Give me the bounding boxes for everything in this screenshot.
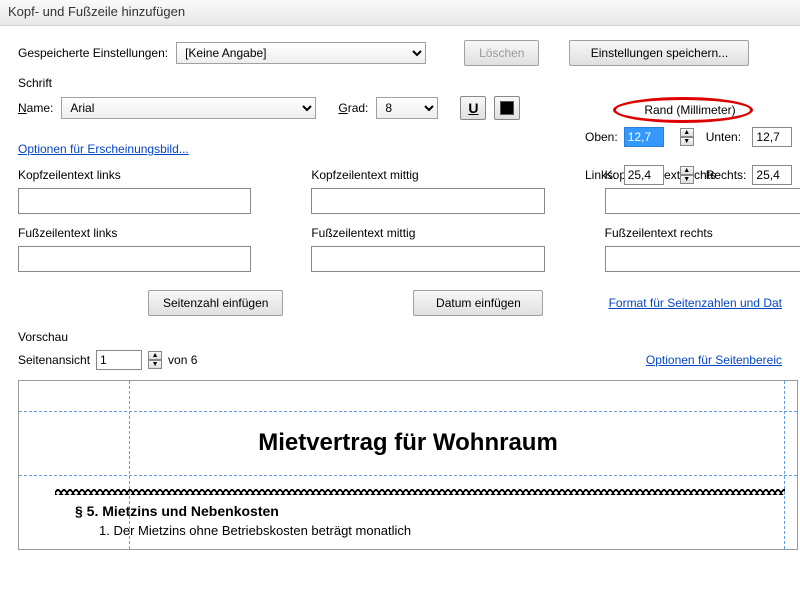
font-size-label: Grad: <box>338 101 368 115</box>
margin-right-input[interactable] <box>752 165 792 185</box>
margin-top-label: Oben: <box>585 130 618 144</box>
insert-date-button[interactable]: Datum einfügen <box>413 290 543 316</box>
page-view-input[interactable] <box>96 350 142 370</box>
margin-right-label: Rechts: <box>706 168 747 182</box>
chevron-down-icon: ▼ <box>148 360 162 369</box>
margin-group-label: Rand (Millimeter) <box>644 103 735 117</box>
chevron-up-icon: ▲ <box>148 351 162 360</box>
saved-settings-select[interactable]: [Keine Angabe] <box>176 42 426 64</box>
appearance-options-link[interactable]: Optionen für Erscheinungsbild... <box>18 142 189 156</box>
header-center-label: Kopfzeilentext mittig <box>311 168 544 182</box>
color-swatch-icon <box>500 101 514 115</box>
header-center-input[interactable] <box>311 188 544 214</box>
page-range-options-link[interactable]: Optionen für Seitenbereic <box>646 353 782 367</box>
underline-button[interactable]: U <box>460 96 486 120</box>
insert-page-number-button[interactable]: Seitenzahl einfügen <box>148 290 283 316</box>
chevron-up-icon: ▲ <box>680 128 694 137</box>
chevron-down-icon: ▼ <box>680 137 694 146</box>
font-name-label: ame: <box>27 101 54 115</box>
margin-top-input[interactable] <box>624 127 664 147</box>
margin-bottom-label: Unten: <box>706 130 747 144</box>
document-section: § 5. Mietzins und Nebenkosten <box>75 503 279 519</box>
margin-group: Rand (Millimeter) Oben: ▲▼ Unten: Links:… <box>580 98 800 190</box>
footer-left-input[interactable] <box>18 246 251 272</box>
document-separator <box>55 489 785 495</box>
window-title: Kopf- und Fußzeile hinzufügen <box>8 4 185 19</box>
save-settings-button[interactable]: Einstellungen speichern... <box>569 40 749 66</box>
header-left-input[interactable] <box>18 188 251 214</box>
underline-icon: U <box>468 100 478 116</box>
page-number-format-link[interactable]: Format für Seitenzahlen und Dat <box>609 296 782 310</box>
chevron-up-icon: ▲ <box>680 166 694 175</box>
page-total-label: von 6 <box>168 353 197 367</box>
header-left-label: Kopfzeilentext links <box>18 168 251 182</box>
document-item: 1. Der Mietzins ohne Betriebskosten betr… <box>99 523 411 538</box>
document-title: Mietvertrag für Wohnraum <box>258 429 558 457</box>
margin-top-spinner[interactable]: ▲▼ <box>680 128 696 146</box>
footer-left-label: Fußzeilentext links <box>18 226 251 240</box>
chevron-down-icon: ▼ <box>680 175 694 184</box>
margin-bottom-input[interactable] <box>752 127 792 147</box>
footer-center-label: Fußzeilentext mittig <box>311 226 544 240</box>
preview-group-label: Vorschau <box>18 330 782 344</box>
saved-settings-label: Gespeicherte Einstellungen: <box>18 46 168 60</box>
margin-left-label: Links: <box>585 168 618 182</box>
font-group-label: Schrift <box>18 76 782 90</box>
page-view-label: Seitenansicht <box>18 353 90 367</box>
margin-left-input[interactable] <box>624 165 664 185</box>
delete-button[interactable]: Löschen <box>464 40 539 66</box>
font-name-select[interactable]: Arial <box>61 97 316 119</box>
window-titlebar: Kopf- und Fußzeile hinzufügen <box>0 0 800 26</box>
font-size-select[interactable]: 8 <box>376 97 438 119</box>
preview-pane: Mietvertrag für Wohnraum § 5. Mietzins u… <box>18 380 798 550</box>
header-right-input[interactable] <box>605 188 800 214</box>
page-view-spinner[interactable]: ▲▼ <box>148 351 162 369</box>
footer-center-input[interactable] <box>311 246 544 272</box>
font-color-button[interactable] <box>494 96 520 120</box>
footer-right-input[interactable] <box>605 246 800 272</box>
footer-right-label: Fußzeilentext rechts <box>605 226 800 240</box>
margin-left-spinner[interactable]: ▲▼ <box>680 166 696 184</box>
